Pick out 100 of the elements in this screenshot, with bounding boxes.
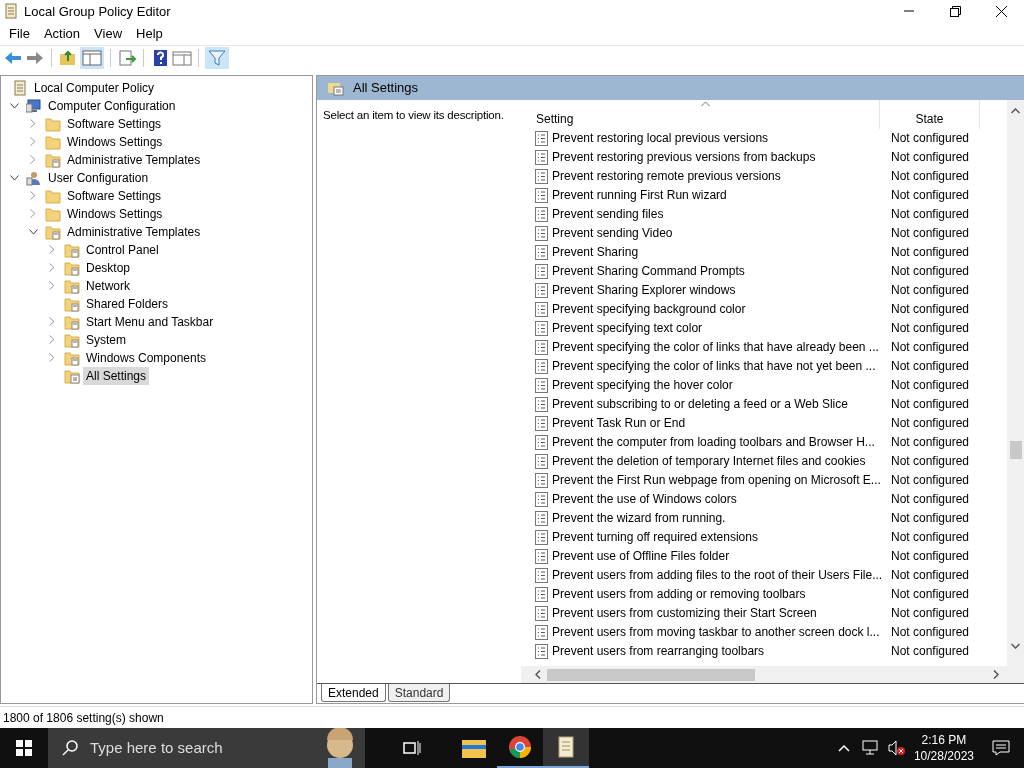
tree-item[interactable]: Software Settings: [64, 114, 165, 133]
folder-icon: [45, 205, 61, 222]
table-cell-text: Not configured: [891, 567, 970, 584]
table-cell[interactable]: Prevent Sharing: [552, 243, 888, 261]
table-cell-text: Not configured: [891, 605, 970, 622]
folder-icon: [64, 277, 80, 294]
scroll-left-icon[interactable]: [535, 670, 541, 680]
tab[interactable]: Extended: [321, 684, 386, 703]
chevron-up-icon[interactable]: [837, 744, 850, 752]
policy-setting-icon: [535, 339, 548, 355]
table-cell[interactable]: Prevent specifying the color of links that have already been ...: [552, 338, 888, 356]
tree-item[interactable]: Start Menu and Taskbar: [83, 312, 217, 331]
table-cell[interactable]: Prevent Sharing Command Prompts: [552, 262, 888, 280]
folder-icon: [64, 331, 80, 348]
status-text: 1800 of 1806 setting(s) shown: [3, 709, 164, 727]
browser-icon: [508, 735, 532, 759]
folder-icon: [64, 367, 80, 384]
tree-item[interactable]: Network: [83, 276, 133, 295]
table-cell[interactable]: Prevent the First Run webpage from opening on Microsoft E...: [552, 471, 888, 489]
pane-toggle-icon[interactable]: [80, 47, 104, 70]
column-header[interactable]: Setting: [521, 99, 880, 129]
table-cell-text: Not configured: [891, 472, 970, 489]
scroll-thumb[interactable]: [547, 668, 755, 681]
scroll-up-icon[interactable]: [1011, 107, 1020, 114]
table-cell[interactable]: Prevent sending Video: [552, 224, 888, 242]
table-cell[interactable]: Prevent users from adding files to the root of their Users File...: [552, 566, 888, 584]
policy-setting-icon: [535, 586, 548, 602]
table-cell[interactable]: Prevent users from adding or removing toolbars: [552, 585, 888, 603]
scroll-right-icon[interactable]: [993, 670, 999, 680]
menu-item[interactable]: Help: [129, 23, 170, 44]
filter-icon[interactable]: [205, 47, 229, 70]
user-icon: [26, 169, 42, 186]
table-cell[interactable]: Prevent users from moving taskbar to another screen dock l...: [552, 623, 888, 641]
windows-start-icon[interactable]: [16, 740, 32, 756]
table-cell[interactable]: Prevent the deletion of temporary Internet files and cookies: [552, 452, 888, 470]
tree-item[interactable]: Windows Settings: [64, 132, 166, 151]
folder-icon: [64, 295, 80, 312]
tree-item[interactable]: Control Panel: [83, 240, 162, 259]
table-cell[interactable]: Prevent restoring previous versions from backups: [552, 148, 888, 166]
menu-item[interactable]: View: [87, 23, 130, 44]
column-header[interactable]: State: [880, 99, 980, 129]
table-cell[interactable]: Prevent users from rearranging toolbars: [552, 642, 888, 660]
tree-item[interactable]: Administrative Templates: [64, 222, 204, 241]
scroll-thumb[interactable]: [1009, 440, 1022, 459]
tree-item[interactable]: Desktop: [83, 258, 134, 277]
menu-item[interactable]: File: [2, 23, 37, 44]
table-cell[interactable]: Prevent specifying text color: [552, 319, 888, 337]
table-cell-text: Not configured: [891, 225, 970, 242]
tree-item[interactable]: System: [83, 330, 129, 349]
table-cell[interactable]: Prevent specifying the color of links that have not yet been ...: [552, 357, 888, 375]
tree-item[interactable]: Windows Components: [83, 348, 210, 367]
table-cell[interactable]: Prevent sending files: [552, 205, 888, 223]
table-cell[interactable]: Prevent turning off required extensions: [552, 528, 888, 546]
table-cell[interactable]: Prevent the computer from loading toolbars and Browser H...: [552, 433, 888, 451]
tree-item[interactable]: All Settings: [83, 366, 150, 385]
tree-item[interactable]: User Configuration: [45, 168, 152, 187]
policy-setting-icon: [535, 130, 548, 146]
folder-up-icon[interactable]: [58, 49, 78, 68]
table-cell[interactable]: Prevent specifying background color: [552, 300, 888, 318]
vertical-scrollbar[interactable]: [1007, 99, 1024, 667]
notifications-icon[interactable]: [992, 740, 1010, 756]
policy-setting-icon: [535, 282, 548, 298]
taskbar-app[interactable]: [543, 728, 589, 768]
network-icon[interactable]: [861, 740, 880, 756]
policy-setting-icon: [535, 320, 548, 336]
scroll-down-icon[interactable]: [1011, 642, 1020, 649]
tree-item[interactable]: Administrative Templates: [64, 150, 204, 169]
horizontal-scrollbar[interactable]: [521, 666, 1024, 684]
table-cell[interactable]: Prevent Sharing Explorer windows: [552, 281, 888, 299]
table-cell[interactable]: Prevent subscribing to or deleting a feed or a Web Slice: [552, 395, 888, 413]
clock-time: 2:16 PM: [921, 732, 967, 748]
export-icon[interactable]: [117, 49, 137, 68]
table-cell[interactable]: Prevent the wizard from running.: [552, 509, 888, 527]
table-cell-text: Not configured: [891, 586, 970, 603]
menu-item[interactable]: Action: [36, 23, 88, 44]
tree-item[interactable]: Shared Folders: [83, 294, 172, 313]
muted-speaker-icon[interactable]: [887, 740, 906, 756]
table-cell[interactable]: Prevent specifying the hover color: [552, 376, 888, 394]
table-cell[interactable]: Prevent the use of Windows colors: [552, 490, 888, 508]
table-cell[interactable]: Prevent restoring remote previous versions: [552, 167, 888, 185]
computer-icon: [26, 97, 42, 114]
table-cell[interactable]: Prevent restoring local previous versions: [552, 129, 888, 147]
table-cell[interactable]: Prevent running First Run wizard: [552, 186, 888, 204]
policy-setting-icon: [535, 624, 548, 640]
tree-item[interactable]: Computer Configuration: [45, 96, 179, 115]
table-cell[interactable]: Prevent use of Offline Files folder: [552, 547, 888, 565]
folder-icon: [45, 133, 61, 150]
tree-item[interactable]: Windows Settings: [64, 204, 166, 223]
policy-setting-icon: [535, 168, 548, 184]
table-cell-text: Not configured: [891, 187, 970, 204]
table-cell[interactable]: Prevent Task Run or End: [552, 414, 888, 432]
tab[interactable]: Standard: [387, 684, 451, 703]
task-view-icon[interactable]: [403, 740, 421, 756]
table-cell[interactable]: Prevent users from customizing their Start Screen: [552, 604, 888, 622]
tree-item[interactable]: Software Settings: [64, 186, 165, 205]
policy-setting-icon: [535, 301, 548, 317]
tree-item[interactable]: Local Computer Policy: [31, 78, 158, 97]
table-cell-text: Not configured: [891, 529, 970, 546]
policy-setting-icon: [535, 396, 548, 412]
policy-setting-icon: [535, 643, 548, 659]
